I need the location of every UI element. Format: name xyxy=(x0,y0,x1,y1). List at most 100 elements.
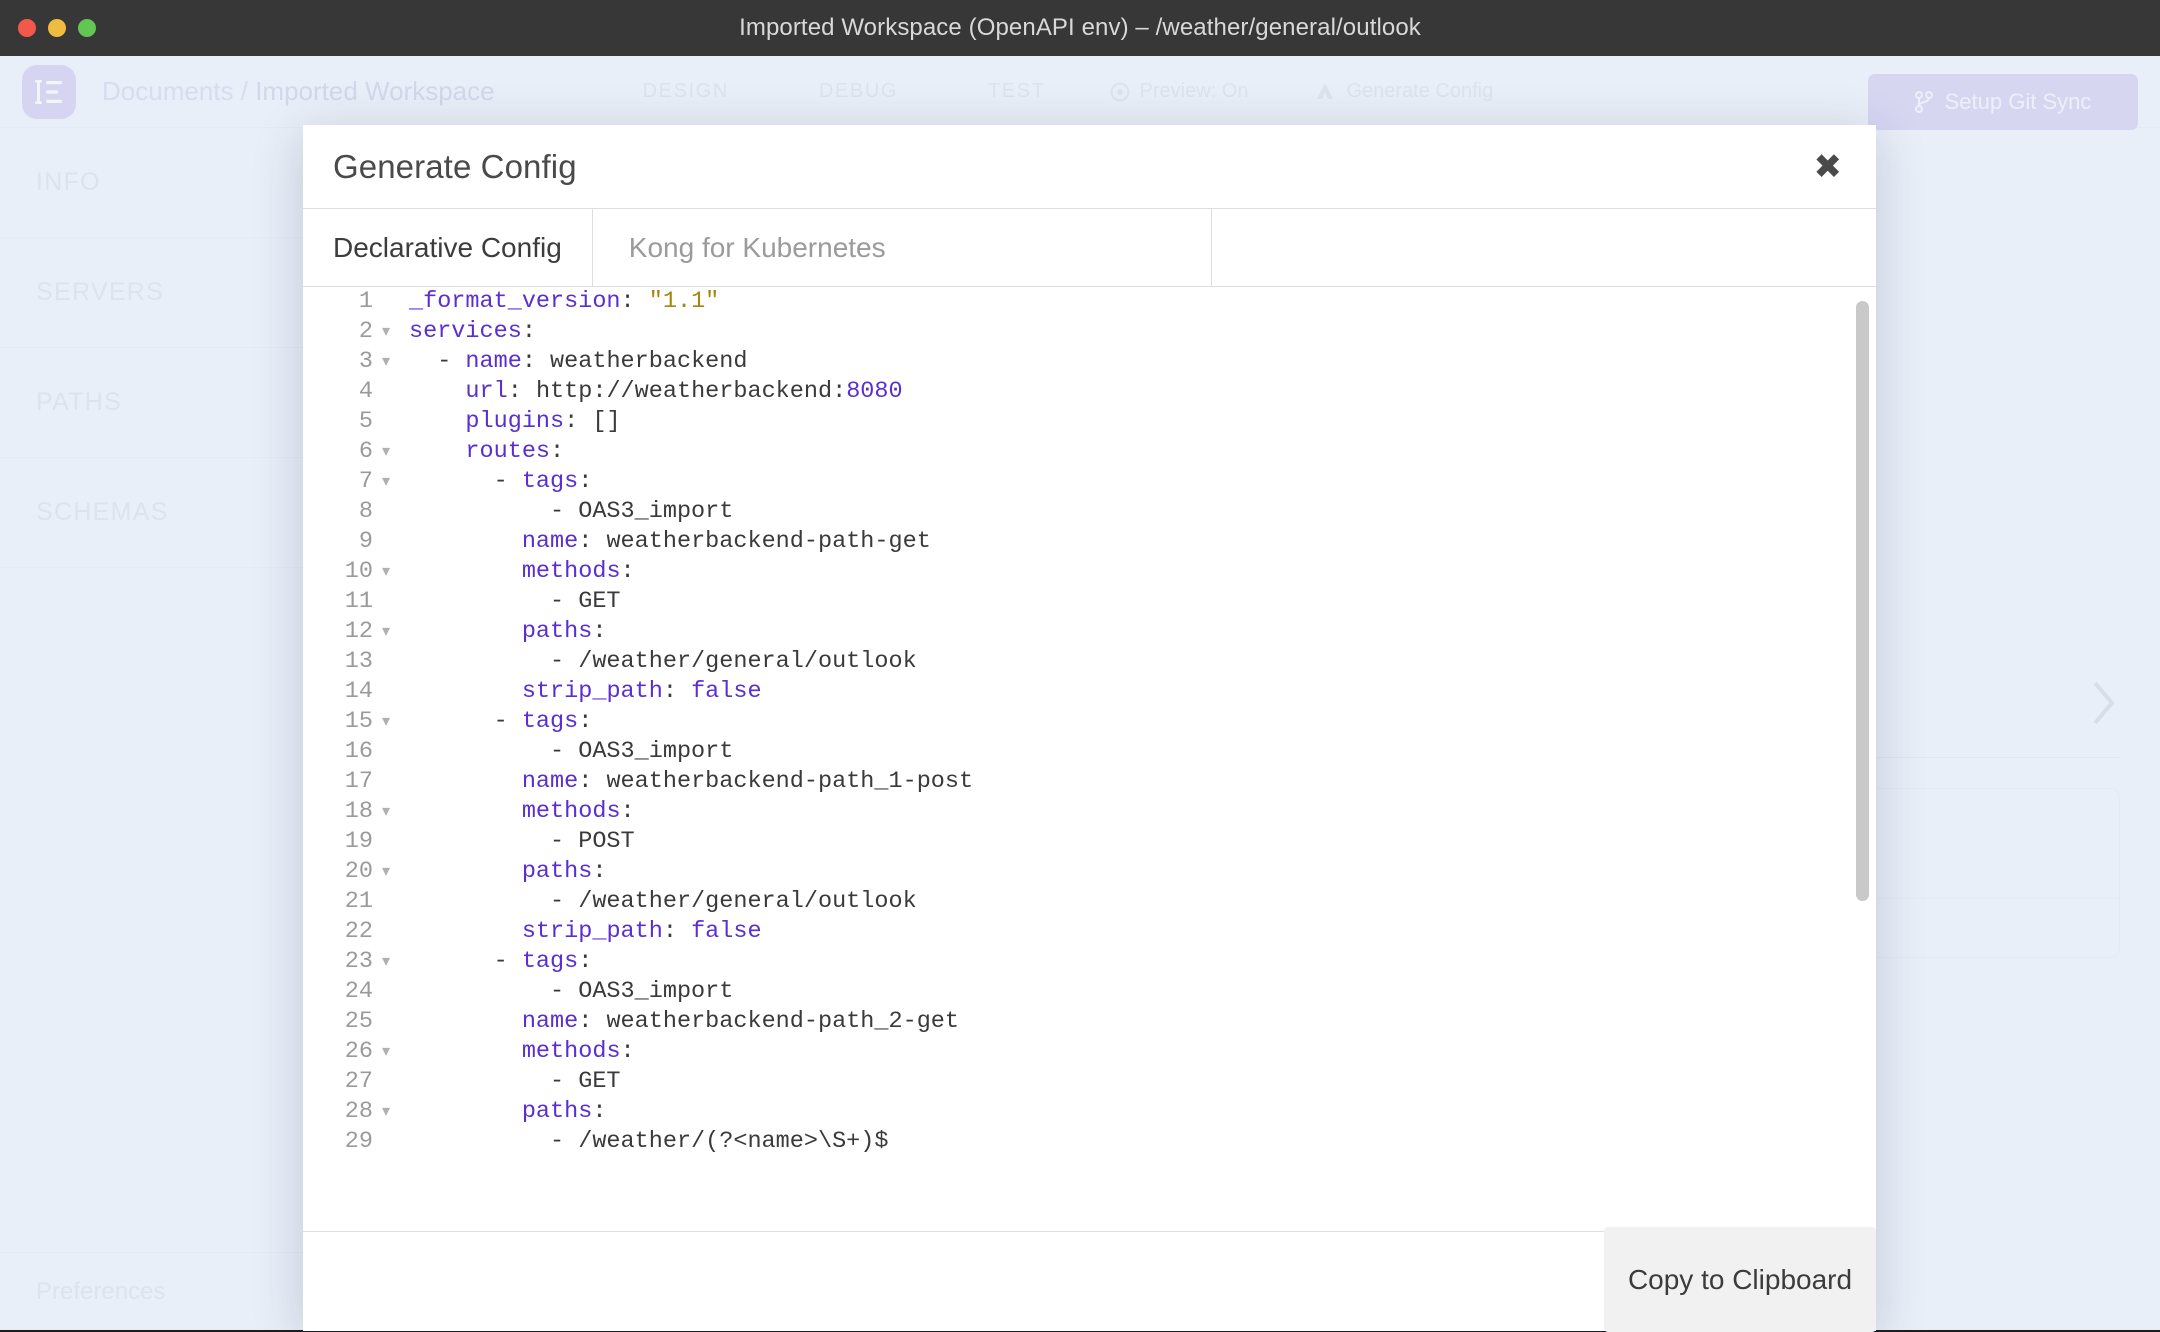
fold-toggle-icon[interactable]: ▾ xyxy=(375,947,397,977)
code-line-text: - GET xyxy=(397,587,621,617)
code-line-number: 28 xyxy=(303,1097,375,1127)
generate-config-dialog: Generate Config ✖ Declarative Config Kon… xyxy=(303,125,1876,1331)
code-line-number: 21 xyxy=(303,887,375,917)
code-line: 1 _format_version: "1.1" xyxy=(303,287,1876,317)
code-line: 6▾ routes: xyxy=(303,437,1876,467)
dialog-header: Generate Config ✖ xyxy=(303,125,1876,209)
code-line-number: 24 xyxy=(303,977,375,1007)
code-line-number: 14 xyxy=(303,677,375,707)
code-line: 7▾ - tags: xyxy=(303,467,1876,497)
code-line-number: 9 xyxy=(303,527,375,557)
code-line-text: - /weather/(?<name>\S+)$ xyxy=(397,1127,888,1157)
code-line-text: - tags: xyxy=(397,707,592,737)
code-line-number: 10 xyxy=(303,557,375,587)
dialog-title: Generate Config xyxy=(333,148,577,186)
code-line-number: 12 xyxy=(303,617,375,647)
code-line-number: 6 xyxy=(303,437,375,467)
code-line-number: 17 xyxy=(303,767,375,797)
close-icon[interactable]: ✖ xyxy=(1814,150,1843,184)
code-line-number: 22 xyxy=(303,917,375,947)
code-scroll-container[interactable]: 1_format_version: "1.1"2▾services:3▾ - n… xyxy=(303,287,1876,1231)
code-line: 22 strip_path: false xyxy=(303,917,1876,947)
code-line: 27 - GET xyxy=(303,1067,1876,1097)
code-line-number: 19 xyxy=(303,827,375,857)
code-line: 2▾services: xyxy=(303,317,1876,347)
code-line-number: 16 xyxy=(303,737,375,767)
code-line: 15▾ - tags: xyxy=(303,707,1876,737)
code-line-number: 4 xyxy=(303,377,375,407)
code-line-number: 20 xyxy=(303,857,375,887)
code-line: 19 - POST xyxy=(303,827,1876,857)
code-line-text: - tags: xyxy=(397,947,592,977)
code-line: 16 - OAS3_import xyxy=(303,737,1876,767)
fold-toggle-icon[interactable]: ▾ xyxy=(375,617,397,647)
code-line-text: strip_path: false xyxy=(397,677,762,707)
code-line: 17 name: weatherbackend-path_1-post xyxy=(303,767,1876,797)
fold-toggle-icon[interactable]: ▾ xyxy=(375,857,397,887)
config-code-viewer[interactable]: 1_format_version: "1.1"2▾services:3▾ - n… xyxy=(303,287,1876,1231)
code-line-text: name: weatherbackend-path_1-post xyxy=(397,767,973,797)
code-line-text: name: weatherbackend-path_2-get xyxy=(397,1007,959,1037)
fold-toggle-icon[interactable]: ▾ xyxy=(375,347,397,377)
code-line-number: 15 xyxy=(303,707,375,737)
fold-toggle-icon[interactable]: ▾ xyxy=(375,1097,397,1127)
code-line-text: url: http://weatherbackend:8080 xyxy=(397,377,903,407)
code-line-text: - /weather/general/outlook xyxy=(397,647,917,677)
fold-toggle-icon[interactable]: ▾ xyxy=(375,707,397,737)
tab-declarative-config[interactable]: Declarative Config xyxy=(303,209,592,286)
code-line-number: 25 xyxy=(303,1007,375,1037)
code-line: 26▾ methods: xyxy=(303,1037,1876,1067)
modal-overlay[interactable]: Generate Config ✖ Declarative Config Kon… xyxy=(0,56,2160,1330)
code-line-text: - POST xyxy=(397,827,635,857)
close-window-button[interactable] xyxy=(18,19,36,37)
tab-kong-for-kubernetes[interactable]: Kong for Kubernetes xyxy=(592,209,1212,286)
code-line-text: - GET xyxy=(397,1067,621,1097)
code-line-number: 18 xyxy=(303,797,375,827)
code-line-number: 26 xyxy=(303,1037,375,1067)
code-line-number: 13 xyxy=(303,647,375,677)
code-line-number: 5 xyxy=(303,407,375,437)
code-line-number: 8 xyxy=(303,497,375,527)
code-line: 10▾ methods: xyxy=(303,557,1876,587)
code-line: 21 - /weather/general/outlook xyxy=(303,887,1876,917)
code-line-number: 23 xyxy=(303,947,375,977)
code-line-text: - OAS3_import xyxy=(397,977,733,1007)
window-titlebar: Imported Workspace (OpenAPI env) – /weat… xyxy=(0,0,2160,56)
code-line-text: methods: xyxy=(397,797,635,827)
fold-toggle-icon[interactable]: ▾ xyxy=(375,1037,397,1067)
code-line: 9 name: weatherbackend-path-get xyxy=(303,527,1876,557)
code-line-number: 1 xyxy=(303,287,375,317)
code-line-number: 3 xyxy=(303,347,375,377)
code-line: 28▾ paths: xyxy=(303,1097,1876,1127)
tabs-filler xyxy=(1212,209,1876,286)
fold-toggle-icon[interactable]: ▾ xyxy=(375,437,397,467)
code-line-text: services: xyxy=(397,317,536,347)
code-line-text: - name: weatherbackend xyxy=(397,347,747,377)
fold-toggle-icon[interactable]: ▾ xyxy=(375,467,397,497)
code-line-text: strip_path: false xyxy=(397,917,762,947)
zoom-window-button[interactable] xyxy=(78,19,96,37)
code-line-text: _format_version: "1.1" xyxy=(397,287,719,317)
code-line: 8 - OAS3_import xyxy=(303,497,1876,527)
code-line-text: name: weatherbackend-path-get xyxy=(397,527,931,557)
code-line: 11 - GET xyxy=(303,587,1876,617)
fold-toggle-icon[interactable]: ▾ xyxy=(375,797,397,827)
code-vertical-scrollbar[interactable] xyxy=(1856,301,1869,901)
code-line-number: 7 xyxy=(303,467,375,497)
code-line: 29 - /weather/(?<name>\S+)$ xyxy=(303,1127,1876,1157)
code-line-text: - OAS3_import xyxy=(397,497,733,527)
code-line: 25 name: weatherbackend-path_2-get xyxy=(303,1007,1876,1037)
code-line-text: - OAS3_import xyxy=(397,737,733,767)
copy-to-clipboard-button[interactable]: Copy to Clipboard xyxy=(1604,1227,1876,1332)
fold-toggle-icon[interactable]: ▾ xyxy=(375,317,397,347)
code-line: 14 strip_path: false xyxy=(303,677,1876,707)
code-line-number: 27 xyxy=(303,1067,375,1097)
dialog-tabs[interactable]: Declarative Config Kong for Kubernetes xyxy=(303,209,1876,287)
minimize-window-button[interactable] xyxy=(48,19,66,37)
traffic-light-buttons[interactable] xyxy=(18,19,96,37)
code-line-text: methods: xyxy=(397,557,635,587)
fold-toggle-icon[interactable]: ▾ xyxy=(375,557,397,587)
window-title: Imported Workspace (OpenAPI env) – /weat… xyxy=(739,14,1421,42)
dialog-footer: Copy to Clipboard xyxy=(303,1231,1876,1331)
code-line: 24 - OAS3_import xyxy=(303,977,1876,1007)
